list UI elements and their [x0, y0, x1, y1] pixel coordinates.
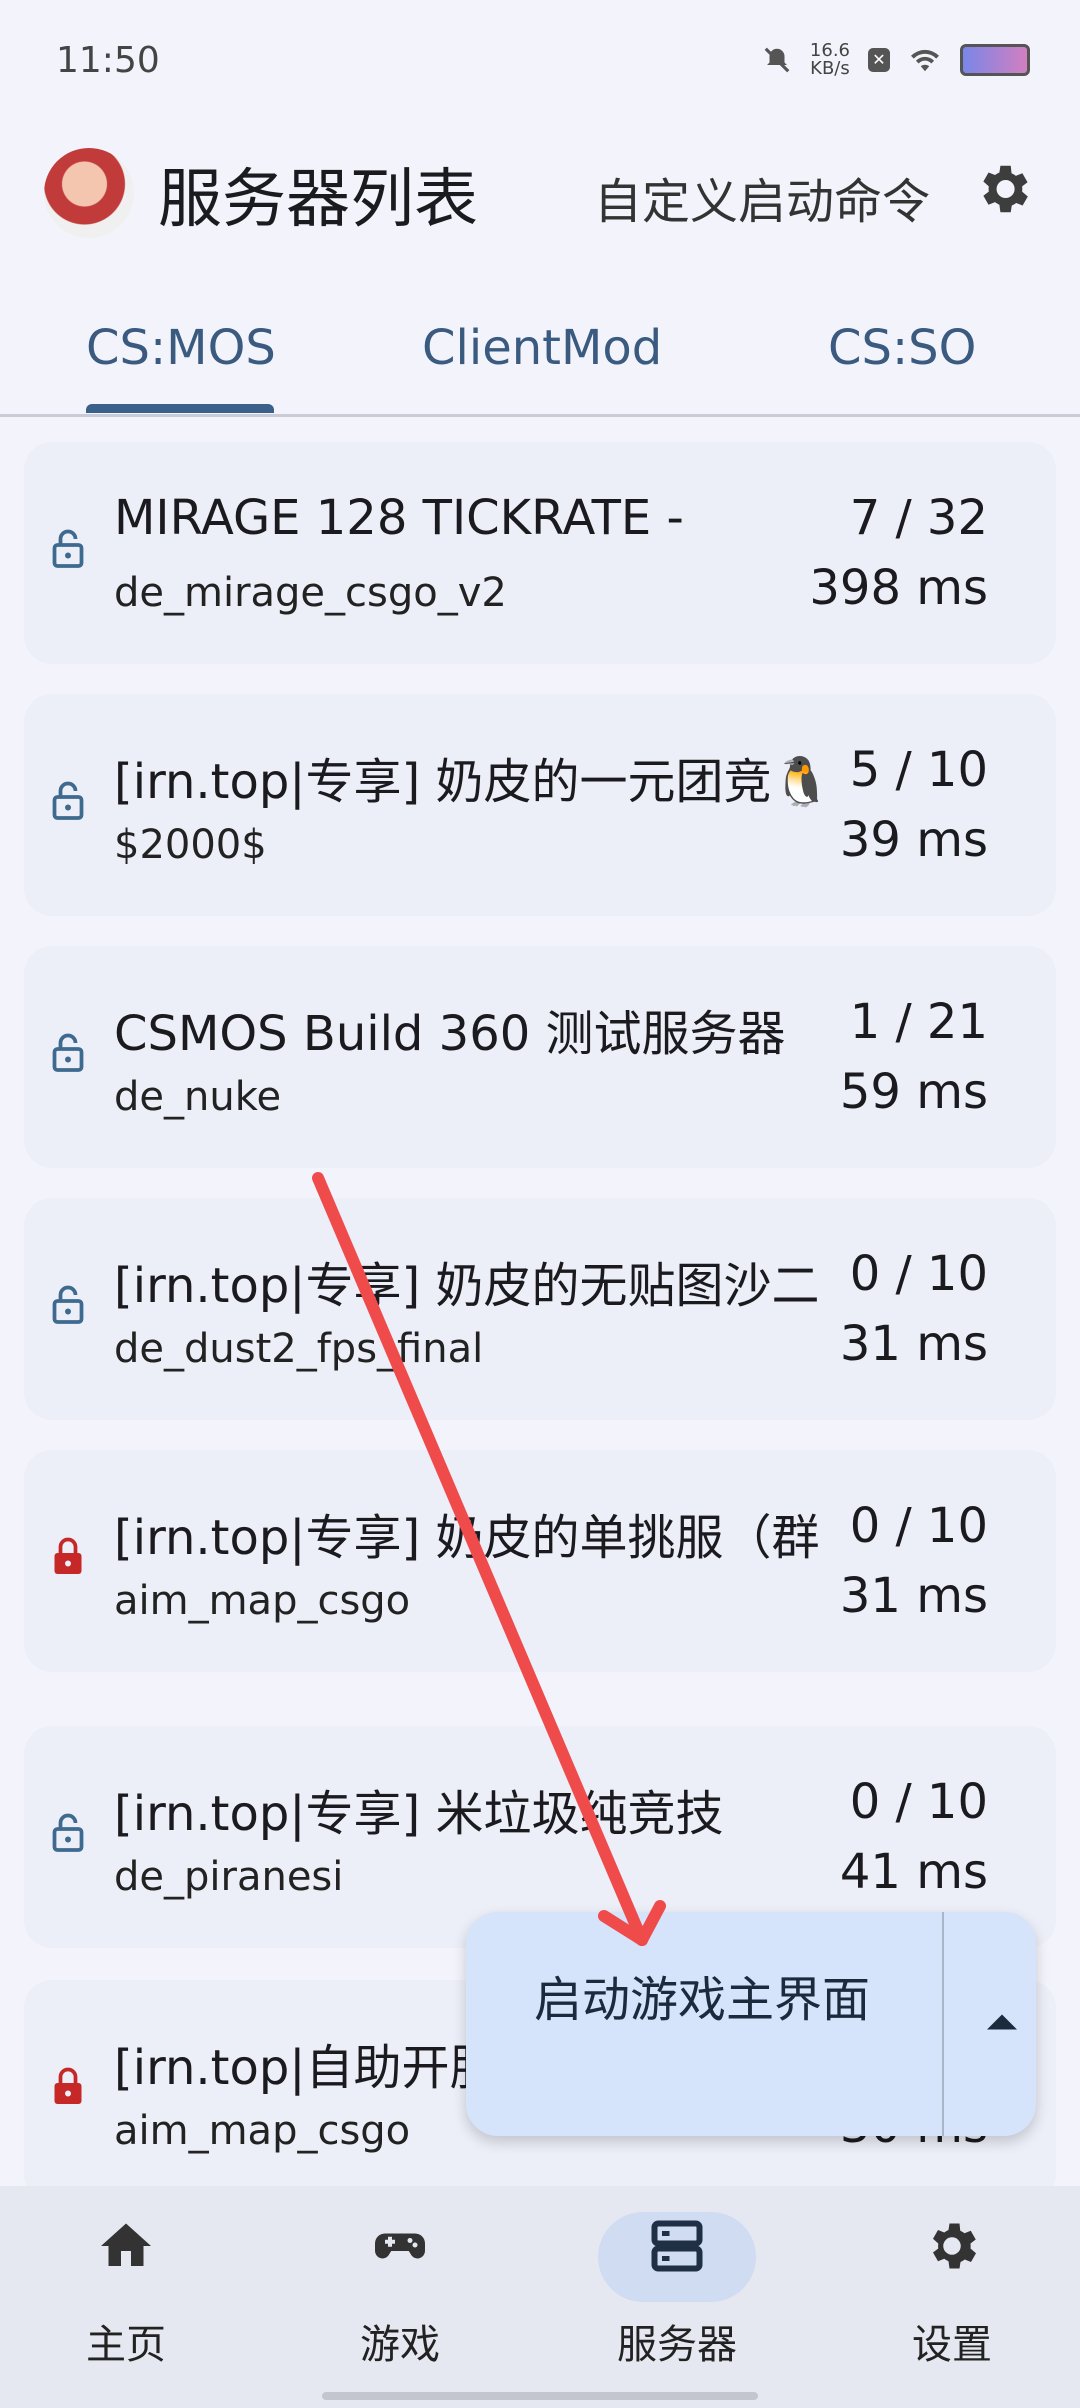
server-map: de_mirage_csgo_v2 [114, 570, 507, 616]
gear-icon [933, 2223, 976, 2269]
tab-bar: CS:MOS ClientMod CS:SO [0, 300, 1080, 417]
tab-csso[interactable]: CS:SO [828, 320, 976, 376]
lock-open-icon [52, 781, 84, 820]
server-ping: 31 ms [839, 1568, 988, 1624]
nav-settings[interactable]: 设置 [852, 2216, 1052, 2370]
page-title: 服务器列表 [158, 163, 478, 237]
tab-indicator [86, 404, 274, 413]
net-speed: 16.6 KB/s [809, 40, 850, 79]
server-players: 7 / 32 [849, 490, 988, 546]
nav-label: 游戏 [360, 2322, 440, 2368]
server-card[interactable]: [irn.top|专享] 奶皮的单挑服（群 aim_map_csgo 0 / 1… [24, 1450, 1056, 1672]
nav-label: 主页 [86, 2322, 166, 2368]
status-icons: 16.6 KB/s ✕ [762, 42, 1030, 78]
server-map: aim_map_csgo [114, 2108, 411, 2154]
status-time: 11:50 [56, 40, 160, 81]
server-name: CSMOS Build 360 测试服务器 [114, 1006, 786, 1062]
server-name: [irn.top|专享] 奶皮的无贴图沙二 [114, 1258, 820, 1314]
lock-open-icon [52, 529, 84, 568]
server-card[interactable]: CSMOS Build 360 测试服务器 de_nuke 1 / 21 59 … [24, 946, 1056, 1168]
mute-bell-icon [764, 47, 790, 73]
server-players: 0 / 10 [849, 1774, 988, 1830]
server-card[interactable]: [irn.top|专享] 奶皮的一元团竞🐧 $2000$ 5 / 10 39 m… [24, 694, 1056, 916]
bottom-nav: 主页 游戏 服务器 设置 [0, 2186, 1080, 2408]
custom-command-button[interactable]: 自定义启动命令 [594, 162, 930, 232]
server-players: 5 / 10 [849, 742, 988, 798]
server-players: 0 / 10 [849, 1246, 988, 1302]
nav-servers[interactable]: 服务器 [577, 2216, 777, 2370]
server-players: 1 / 21 [849, 994, 988, 1050]
server-ping: 59 ms [839, 1064, 988, 1120]
nav-games[interactable]: 游戏 [300, 2216, 500, 2370]
nav-home[interactable]: 主页 [26, 2216, 226, 2370]
lock-closed-icon [54, 1537, 82, 1574]
lock-open-icon [52, 1813, 84, 1852]
server-name: MIRAGE 128 TICKRATE - [114, 490, 684, 546]
nav-label: 服务器 [617, 2322, 737, 2368]
fab-divider [942, 1912, 944, 2136]
server-map: de_piranesi [114, 1854, 344, 1900]
battery-icon [960, 44, 1030, 76]
server-ping: 398 ms [809, 560, 988, 616]
server-map: de_dust2_fps_final [114, 1326, 484, 1372]
server-players: 0 / 10 [849, 1498, 988, 1554]
lock-closed-icon [54, 2067, 82, 2104]
home-icon [101, 2223, 151, 2266]
lock-open-icon [52, 1285, 84, 1324]
server-map: de_nuke [114, 1074, 282, 1120]
notification-icon: ✕ [868, 48, 890, 72]
server-ping: 41 ms [839, 1844, 988, 1900]
server-map: aim_map_csgo [114, 1578, 411, 1624]
server-ping: 31 ms [839, 1316, 988, 1372]
server-name: [irn.top|专享] 米垃圾纯竞技 [114, 1786, 724, 1842]
gesture-bar [322, 2392, 758, 2400]
server-name: [irn.top|专享] 奶皮的一元团竞🐧 [114, 754, 832, 810]
launch-game-label: 启动游戏主界面 [534, 1972, 871, 2028]
avatar[interactable] [44, 148, 134, 238]
server-map: $2000$ [114, 822, 267, 868]
nav-label: 设置 [912, 2322, 992, 2368]
caret-up-icon[interactable] [972, 1992, 1032, 2052]
wifi-icon [911, 49, 939, 72]
server-card[interactable]: [irn.top|专享] 奶皮的无贴图沙二 de_dust2_fps_final… [24, 1198, 1056, 1420]
tab-csmos[interactable]: CS:MOS [86, 320, 276, 376]
lock-open-icon [52, 1033, 84, 1072]
server-name: [irn.top|专享] 奶皮的单挑服（群 [114, 1510, 820, 1566]
settings-gear-icon[interactable] [972, 158, 1034, 220]
tab-clientmod[interactable]: ClientMod [422, 320, 662, 376]
gamepad-icon [375, 2233, 425, 2259]
launch-game-button[interactable]: 启动游戏主界面 [466, 1912, 1036, 2136]
server-icon [651, 2220, 703, 2272]
server-card[interactable]: MIRAGE 128 TICKRATE - de_mirage_csgo_v2 … [24, 442, 1056, 664]
server-ping: 39 ms [839, 812, 988, 868]
status-bar: 11:50 16.6 KB/s ✕ [0, 0, 1080, 120]
